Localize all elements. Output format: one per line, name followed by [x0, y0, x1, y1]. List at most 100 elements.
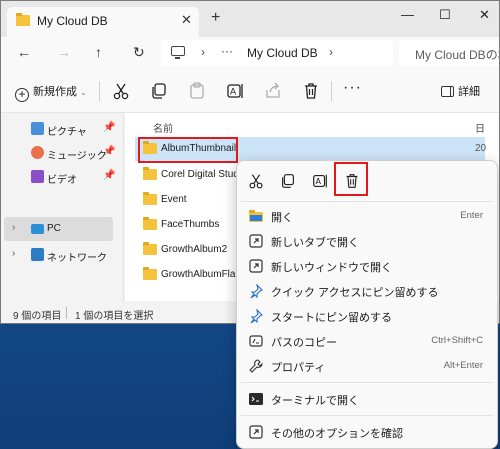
menu-item-show-more-options[interactable]: その他のオプションを確認	[241, 419, 493, 444]
column-header-date[interactable]: 日	[475, 120, 485, 135]
pc-icon	[171, 46, 185, 59]
menu-item-label: 新しいタブで開く	[271, 237, 359, 249]
refresh-button[interactable]: ↻	[133, 44, 145, 61]
search-placeholder: My Cloud DBの検	[415, 48, 499, 62]
tab-my-cloud-db[interactable]: My Cloud DB ✕	[7, 7, 199, 37]
new-tab-icon	[249, 234, 263, 248]
highlight-box-selected-folder	[138, 137, 238, 163]
sidebar-item-pc[interactable]: › PC	[4, 217, 113, 241]
folder-open-icon	[249, 210, 263, 222]
more-options-button[interactable]: ···	[343, 79, 362, 97]
share-icon[interactable]	[263, 81, 283, 101]
details-pane-icon	[441, 86, 454, 97]
navigation-bar: ← → ↑ ↻ › ··· My Cloud DB › My Cloud DBの…	[1, 37, 499, 69]
copy-path-icon	[249, 335, 263, 347]
menu-item-label: クイック アクセスにピン留めする	[271, 287, 439, 299]
pin-icon: 📌	[103, 170, 116, 181]
menu-item-open[interactable]: 開く Enter	[241, 203, 493, 228]
music-icon	[31, 146, 44, 159]
menu-item-label: ターミナルで開く	[271, 395, 359, 407]
menu-item-label: 開く	[271, 212, 293, 224]
back-button[interactable]: ←	[17, 44, 31, 60]
delete-icon[interactable]	[301, 81, 321, 101]
sidebar-item-network[interactable]: › ネットワーク	[1, 243, 124, 267]
details-button[interactable]: 詳細	[441, 83, 480, 99]
pin-icon	[250, 284, 263, 298]
folder-icon	[16, 13, 30, 26]
chevron-right-icon[interactable]: ›	[201, 45, 205, 59]
item-count: 9 個の項目	[13, 311, 62, 322]
menu-item-pin-start[interactable]: スタートにピン留めする	[241, 303, 493, 328]
up-button[interactable]: ↑	[95, 44, 102, 60]
menu-item-label: パスのコピー	[271, 337, 337, 349]
paste-icon[interactable]	[187, 81, 207, 101]
search-box[interactable]: My Cloud DBの検	[399, 40, 499, 66]
copy-icon[interactable]	[149, 81, 169, 101]
more-options-icon	[249, 425, 263, 439]
menu-item-label: 新しいウィンドウで開く	[271, 262, 392, 274]
sidebar-item-label: ピクチャ	[47, 127, 87, 138]
context-menu: A 開く Enter 新しいタブで開く 新しいウィンドウで開く クイック アクセ…	[236, 160, 498, 449]
new-button-label: 新規作成	[33, 86, 77, 98]
file-name: Corel Digital Studio	[161, 169, 247, 180]
file-date: 20	[475, 143, 487, 154]
folder-icon	[143, 167, 157, 180]
network-icon	[31, 248, 44, 261]
column-header-name[interactable]: 名前	[153, 120, 173, 135]
menu-item-properties[interactable]: プロパティ Alt+Enter	[241, 353, 493, 378]
chevron-right-icon[interactable]: ›	[12, 248, 15, 259]
menu-item-shortcut: Ctrl+Shift+C	[431, 335, 483, 346]
menu-item-label: スタートにピン留めする	[271, 312, 392, 324]
new-window-icon	[249, 259, 263, 273]
tab-title: My Cloud DB	[37, 14, 108, 28]
svg-text:A: A	[230, 88, 237, 98]
maximize-button[interactable]: ☐	[439, 7, 451, 23]
tab-close-icon[interactable]: ✕	[181, 12, 192, 28]
folder-icon	[143, 267, 157, 280]
menu-item-open-new-window[interactable]: 新しいウィンドウで開く	[241, 253, 493, 278]
pin-icon	[250, 309, 263, 323]
chevron-right-icon[interactable]: ›	[12, 222, 15, 233]
breadcrumb-overflow-button[interactable]: ···	[221, 44, 233, 58]
rename-icon[interactable]: A	[225, 81, 245, 101]
menu-item-pin-quick-access[interactable]: クイック アクセスにピン留めする	[241, 278, 493, 303]
folder-icon	[143, 192, 157, 205]
new-tab-button[interactable]: +	[211, 10, 220, 26]
command-bar: + 新規作成 ⌄ A ··· 詳細	[1, 69, 499, 113]
folder-icon	[143, 242, 157, 255]
menu-item-copy-path[interactable]: パスのコピー Ctrl+Shift+C	[241, 328, 493, 353]
selection-count: 1 個の項目を選択	[75, 311, 154, 322]
svg-text:A: A	[316, 176, 322, 186]
highlight-box-delete-icon	[334, 162, 368, 196]
menu-item-open-terminal[interactable]: ターミナルで開く	[241, 386, 493, 411]
breadcrumb-current[interactable]: My Cloud DB	[247, 46, 318, 60]
menu-item-open-new-tab[interactable]: 新しいタブで開く	[241, 228, 493, 253]
sidebar-item-label: ミュージック	[47, 151, 107, 162]
sidebar-item-label: ビデオ	[47, 175, 77, 186]
menu-divider	[241, 382, 493, 383]
close-button[interactable]: ✕	[479, 7, 490, 23]
minimize-button[interactable]: —	[401, 7, 414, 22]
file-name: GrowthAlbum2	[161, 244, 228, 255]
address-bar[interactable]: › ··· My Cloud DB ›	[161, 40, 393, 66]
file-name: Event	[161, 194, 187, 205]
folder-icon	[143, 217, 157, 230]
cut-icon[interactable]	[247, 172, 265, 190]
copy-icon[interactable]	[279, 172, 297, 190]
rename-icon[interactable]: A	[311, 172, 329, 190]
chevron-right-icon[interactable]: ›	[329, 45, 333, 59]
forward-button[interactable]: →	[57, 44, 71, 60]
new-button[interactable]: + 新規作成 ⌄	[15, 83, 87, 102]
navigation-pane: ピクチャ 📌 ミュージック 📌 ビデオ 📌 › PC › ネットワーク	[1, 113, 124, 301]
sidebar-item-videos[interactable]: ビデオ 📌	[1, 165, 124, 189]
terminal-icon	[249, 393, 263, 405]
menu-item-label: その他のオプションを確認	[271, 428, 403, 440]
toolbar-divider	[99, 81, 100, 101]
sidebar-item-pictures[interactable]: ピクチャ 📌	[1, 117, 124, 141]
cut-icon[interactable]	[111, 81, 131, 101]
videos-icon	[31, 170, 44, 183]
pc-icon	[31, 224, 44, 234]
menu-item-shortcut: Enter	[460, 210, 483, 221]
details-label: 詳細	[458, 86, 480, 98]
sidebar-item-music[interactable]: ミュージック 📌	[1, 141, 124, 165]
